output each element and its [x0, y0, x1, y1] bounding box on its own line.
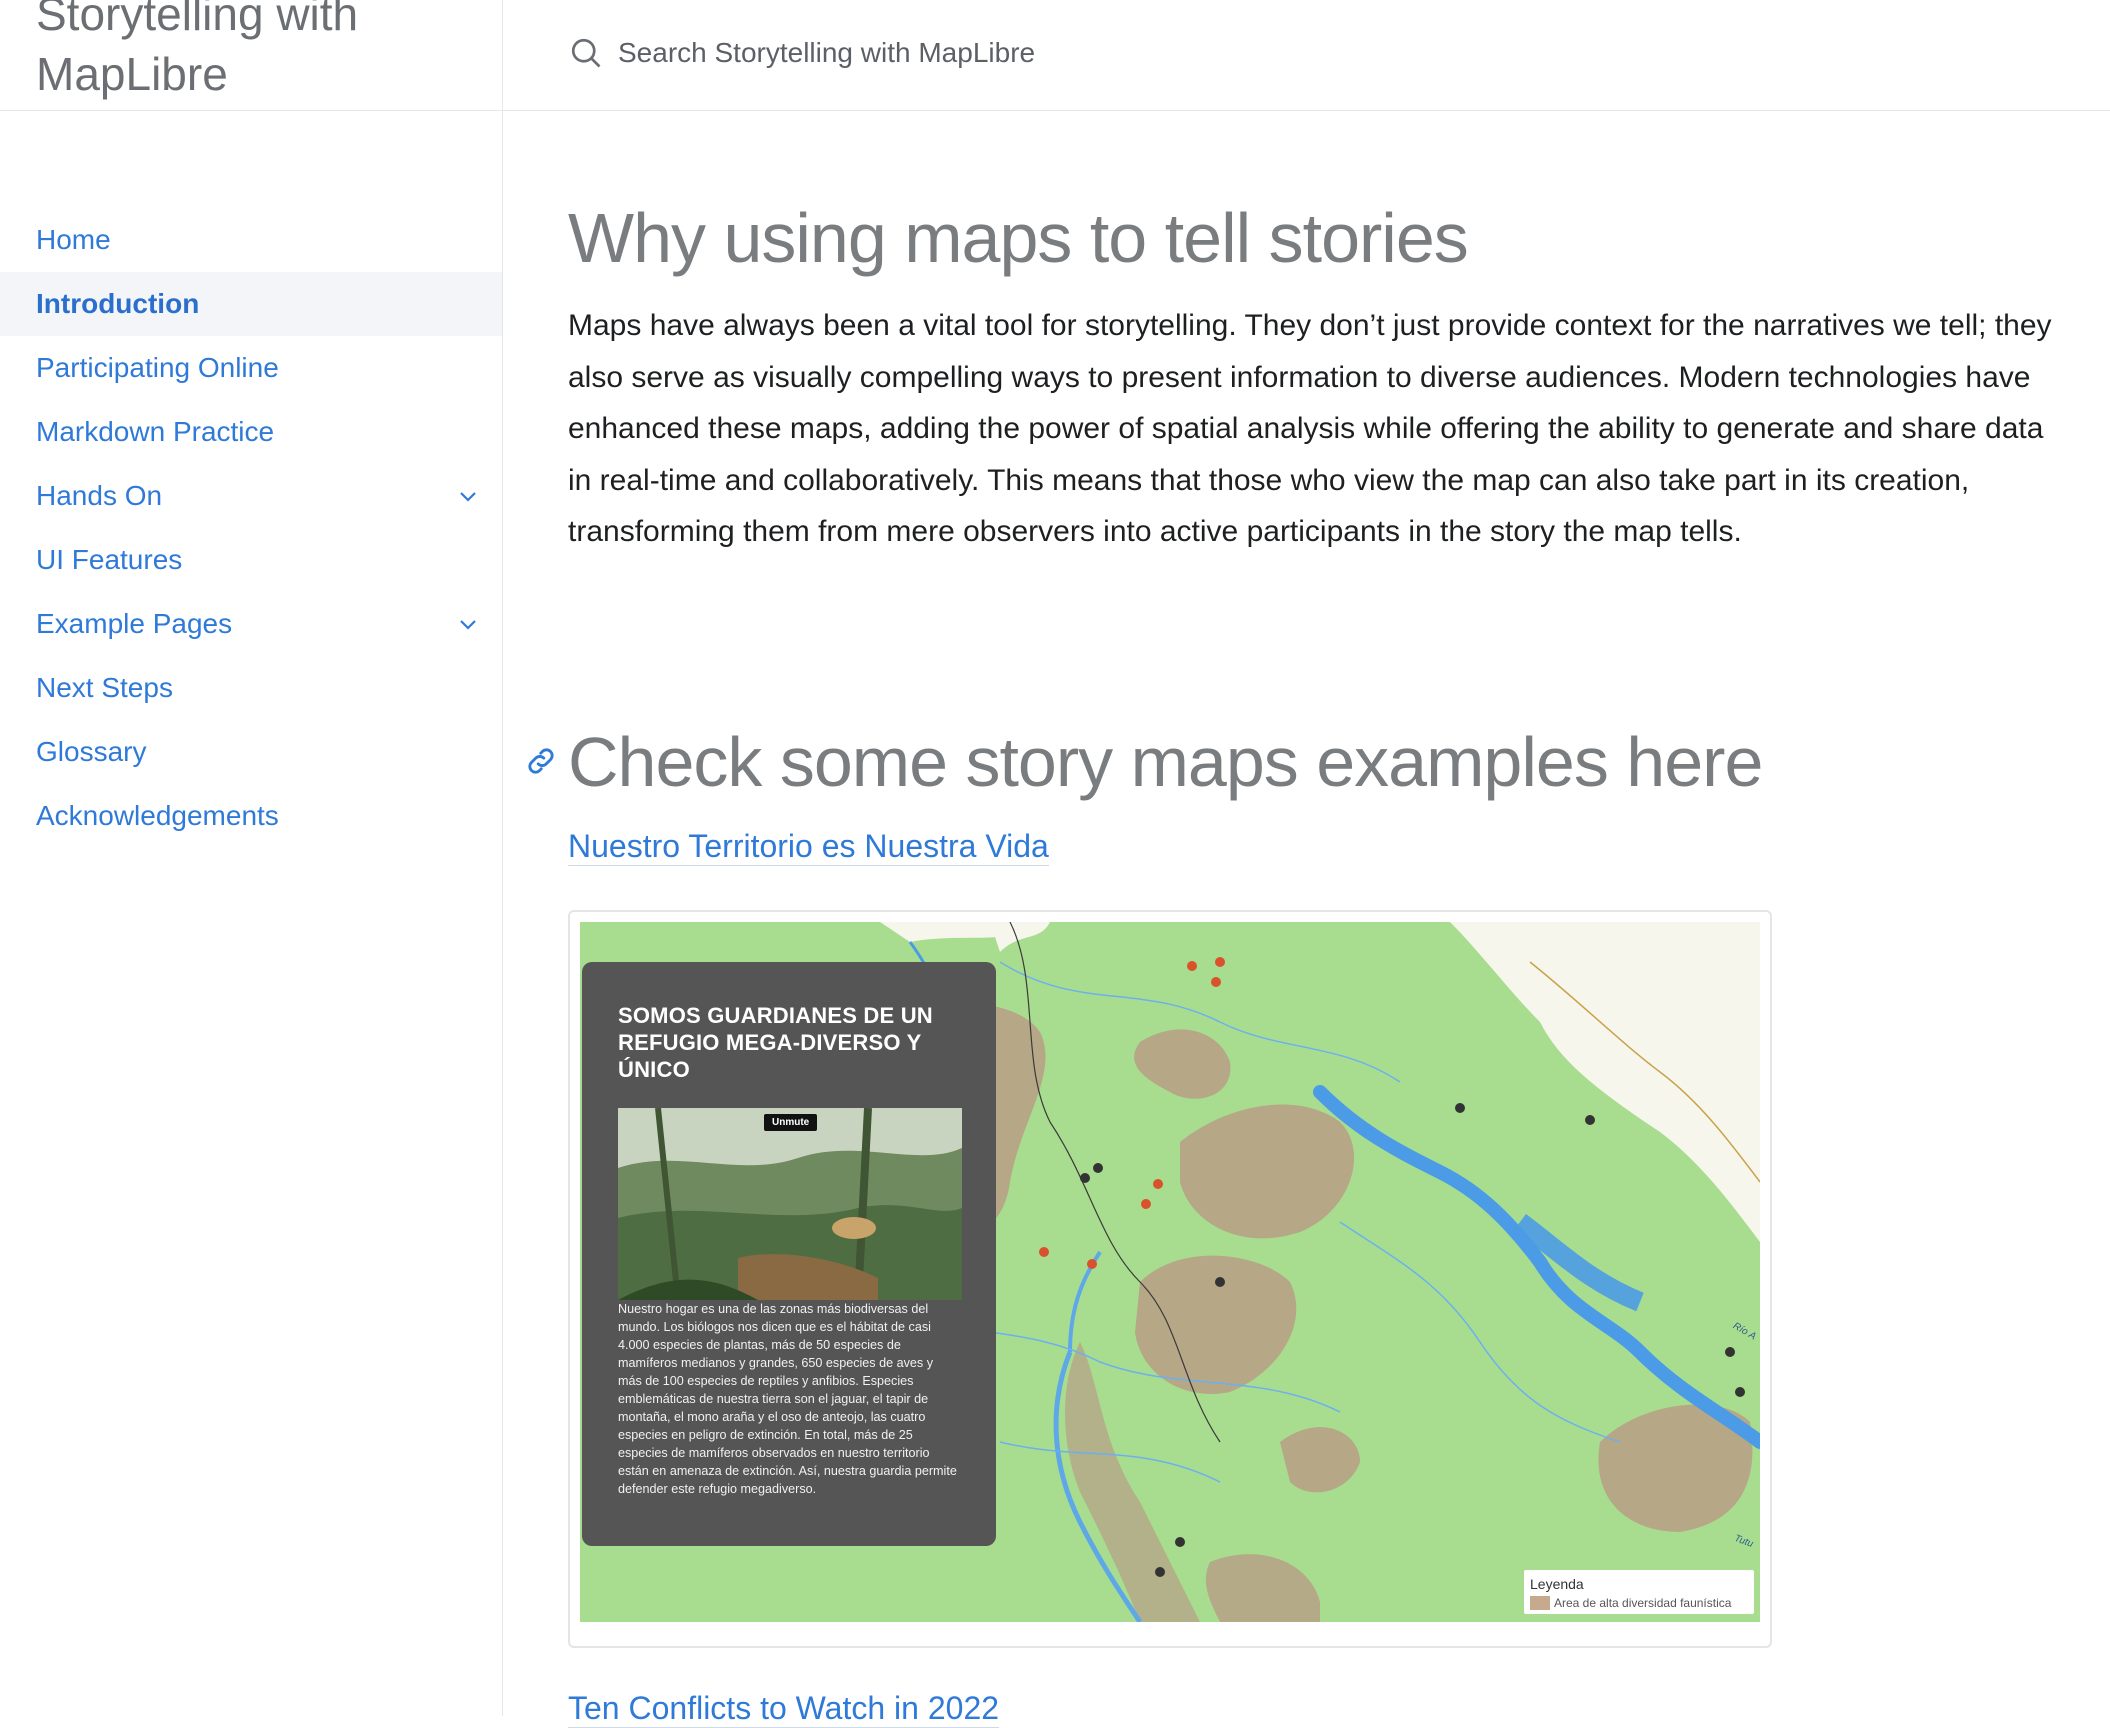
map-legend: Leyenda Area de alta diversidad faunísti… — [1524, 1570, 1754, 1614]
page-title: Why using maps to tell stories — [568, 199, 1469, 277]
sidebar-item-next-steps[interactable]: Next Steps — [0, 656, 502, 720]
sidebar-item-home[interactable]: Home — [0, 208, 502, 272]
example-link[interactable]: Ten Conflicts to Watch in 2022 — [568, 1690, 1000, 1728]
sidebar-divider — [502, 0, 503, 1716]
legend-label: Area de alta diversidad faunística — [1554, 1596, 1732, 1610]
section-heading: Check some story maps examples here — [568, 723, 1763, 801]
sidebar-item-label: Markdown Practice — [36, 416, 275, 447]
sidebar-item-example-pages[interactable]: Example Pages — [0, 592, 502, 656]
link-icon[interactable] — [524, 744, 558, 778]
sidebar-item-label: Example Pages — [36, 608, 233, 639]
story-map-embed[interactable]: SOMOS GUARDIANES DE UN REFUGIO MEGA-DIVE… — [568, 910, 1772, 1648]
story-card: SOMOS GUARDIANES DE UN REFUGIO MEGA-DIVE… — [582, 962, 996, 1546]
intro-paragraph: Maps have always been a vital tool for s… — [568, 309, 2052, 548]
sidebar-item-label: UI Features — [36, 544, 183, 575]
sidebar-item-label: Glossary — [36, 736, 147, 767]
sidebar-item-markdown-practice[interactable]: Markdown Practice — [0, 400, 502, 464]
jungle-image — [618, 1108, 962, 1300]
legend-swatch — [1530, 1596, 1550, 1610]
story-video[interactable]: Unmute — [618, 1108, 962, 1300]
header-divider — [0, 110, 2110, 111]
sidebar-item-hands-on[interactable]: Hands On — [0, 464, 502, 528]
search-input[interactable]: Search Storytelling with MapLibre — [618, 37, 1035, 69]
sidebar-item-label: Next Steps — [36, 672, 173, 703]
sidebar-item-label: Home — [36, 224, 111, 255]
map-canvas[interactable]: SOMOS GUARDIANES DE UN REFUGIO MEGA-DIVE… — [580, 922, 1760, 1622]
sidebar-item-ui-features[interactable]: UI Features — [0, 528, 502, 592]
sidebar-item-label: Introduction — [36, 288, 200, 319]
example-link[interactable]: Nuestro Territorio es Nuestra Vida — [568, 828, 1049, 866]
chevron-down-icon[interactable] — [456, 612, 480, 636]
search-icon — [571, 38, 601, 68]
story-card-text: Nuestro hogar es una de las zonas más bi… — [618, 1302, 957, 1496]
sidebar-item-acknowledgements[interactable]: Acknowledgements — [0, 784, 502, 848]
legend-title: Leyenda — [1530, 1576, 1584, 1592]
sidebar-item-introduction[interactable]: Introduction — [0, 272, 502, 336]
sidebar-item-label: Hands On — [36, 480, 163, 511]
sidebar-nav: Home Introduction Participating Online M… — [0, 208, 502, 848]
site-title[interactable]: Storytelling with MapLibre — [36, 0, 476, 104]
sidebar-item-participating-online[interactable]: Participating Online — [0, 336, 502, 400]
search-box[interactable]: Search Storytelling with MapLibre — [568, 28, 1468, 78]
unmute-button[interactable]: Unmute — [764, 1114, 818, 1131]
sidebar-item-glossary[interactable]: Glossary — [0, 720, 502, 784]
sidebar-item-label: Participating Online — [36, 352, 279, 383]
sidebar-item-label: Acknowledgements — [36, 800, 279, 831]
story-card-title: SOMOS GUARDIANES DE UN REFUGIO MEGA-DIVE… — [618, 1003, 933, 1082]
chevron-down-icon[interactable] — [456, 484, 480, 508]
